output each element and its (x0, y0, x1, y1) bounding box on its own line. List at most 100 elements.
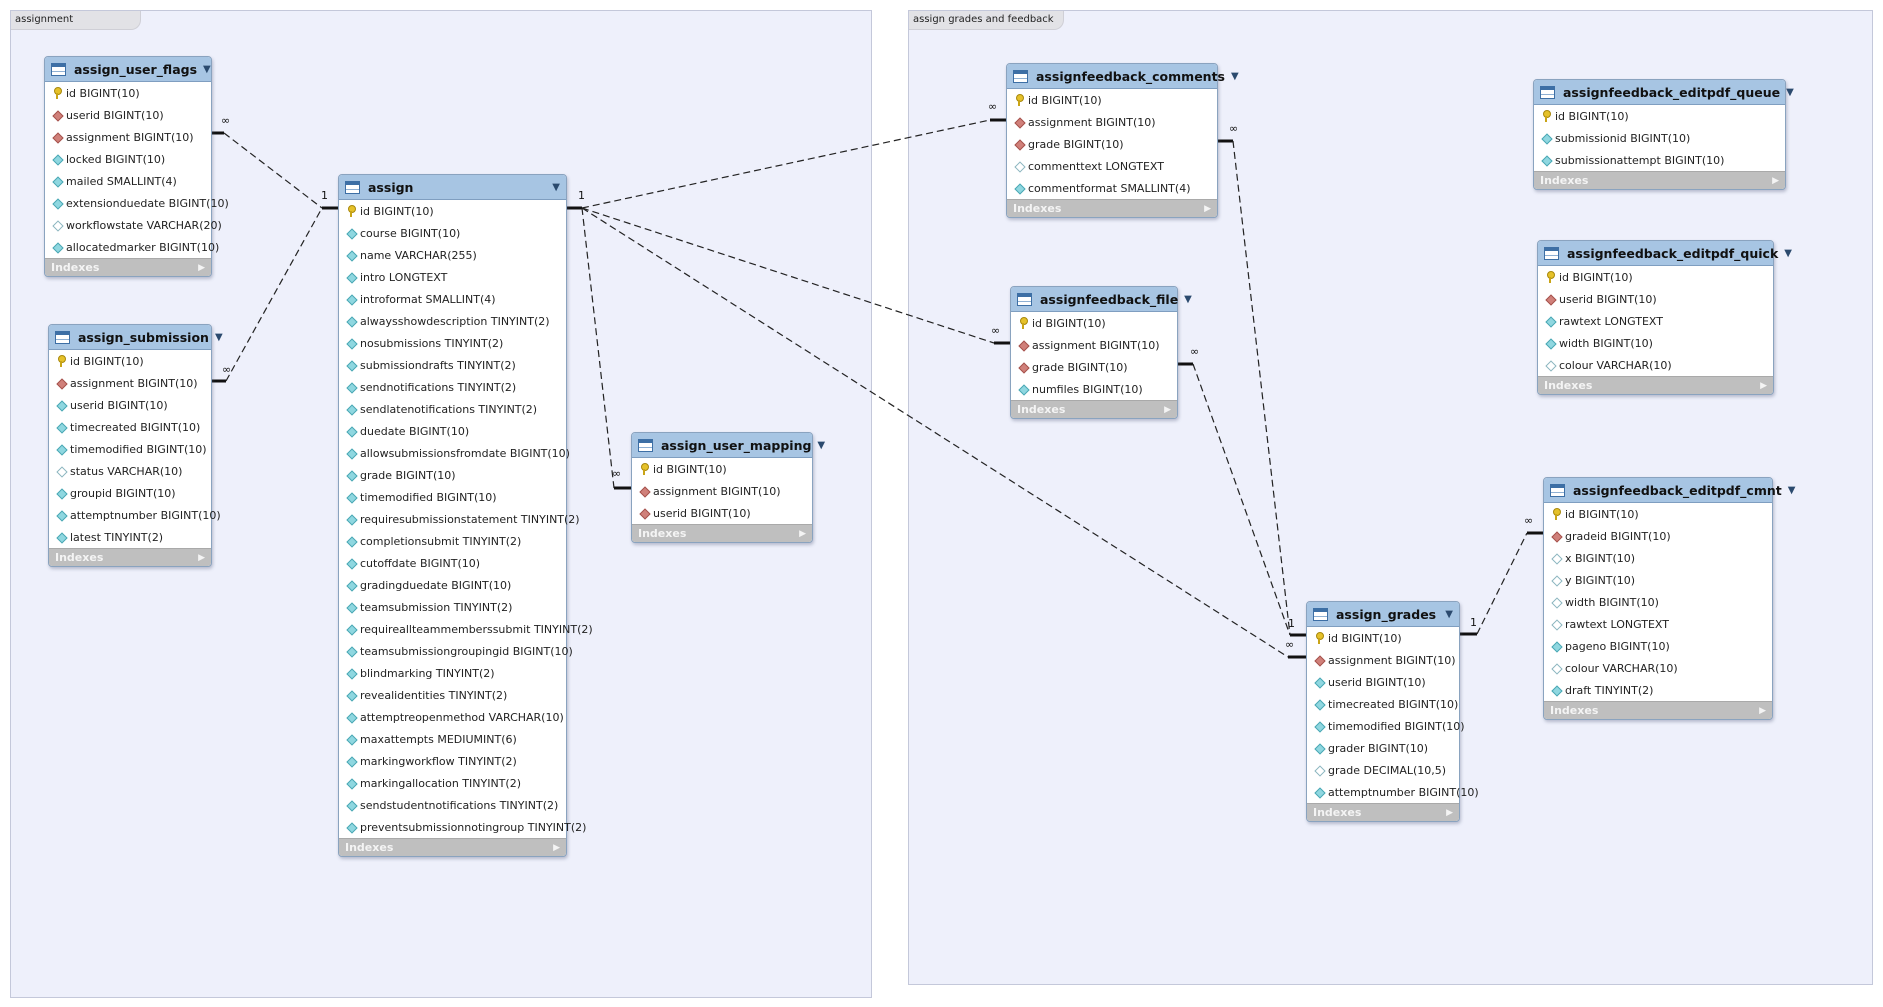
column-row[interactable]: blindmarking TINYINT(2) (339, 662, 566, 684)
expand-arrow-icon[interactable]: ▶ (553, 843, 560, 853)
column-row[interactable]: attemptnumber BIGINT(10) (49, 504, 221, 526)
column-row[interactable]: extensionduedate BIGINT(10) (45, 192, 229, 214)
column-row[interactable]: x BIGINT(10) (1544, 547, 1772, 569)
table-assignfeedback-editpdf-quick[interactable]: assignfeedback_editpdf_quick ▼ id BIGINT(1… (1537, 240, 1792, 395)
column-row[interactable]: timecreated BIGINT(10) (1307, 693, 1459, 715)
column-row[interactable]: assignment BIGINT(10) (45, 126, 211, 148)
column-row[interactable]: allocatedmarker BIGINT(10) (45, 236, 219, 258)
column-row[interactable]: nosubmissions TINYINT(2) (339, 332, 566, 354)
table-assign[interactable]: assign ▼ id BIGINT(10) course BIGINT(10) nam… (338, 174, 593, 857)
column-row[interactable]: sendlatenotifications TINYINT(2) (339, 398, 566, 420)
collapse-arrow-icon[interactable]: ▼ (552, 182, 560, 193)
column-row[interactable]: id BIGINT(10) (1011, 312, 1177, 334)
column-row[interactable]: requiresubmissionstatement TINYINT(2) (339, 508, 580, 530)
expand-arrow-icon[interactable]: ▶ (198, 553, 205, 563)
column-row[interactable]: userid BIGINT(10) (632, 502, 812, 524)
column-row[interactable]: id BIGINT(10) (49, 350, 211, 372)
column-row[interactable]: userid BIGINT(10) (45, 104, 211, 126)
table-header[interactable]: assign_grades ▼ (1307, 602, 1459, 627)
column-row[interactable]: attemptreopenmethod VARCHAR(10) (339, 706, 566, 728)
column-row[interactable]: pageno BIGINT(10) (1544, 635, 1772, 657)
table-assignfeedback-editpdf-cmnt[interactable]: assignfeedback_editpdf_cmnt ▼ id BIGINT(10… (1543, 477, 1795, 720)
collapse-arrow-icon[interactable]: ▼ (203, 64, 211, 75)
table-assign-user-flags[interactable]: assign_user_flags ▼ id BIGINT(10) userid BI… (44, 56, 229, 277)
column-row[interactable]: assignment BIGINT(10) (1307, 649, 1459, 671)
column-row[interactable]: timemodified BIGINT(10) (339, 486, 566, 508)
column-row[interactable]: sendstudentnotifications TINYINT(2) (339, 794, 566, 816)
table-assignfeedback-editpdf-queue[interactable]: assignfeedback_editpdf_queue ▼ id BIGINT(1… (1533, 79, 1794, 190)
table-header[interactable]: assign_user_mapping ▼ (632, 433, 825, 458)
table-header[interactable]: assignfeedback_editpdf_cmnt ▼ (1544, 478, 1795, 503)
expand-arrow-icon[interactable]: ▶ (1772, 176, 1779, 186)
column-row[interactable]: completionsubmit TINYINT(2) (339, 530, 566, 552)
column-row[interactable]: introformat SMALLINT(4) (339, 288, 566, 310)
table-assignfeedback-comments[interactable]: assignfeedback_comments ▼ id BIGINT(10) ass… (1006, 63, 1239, 218)
column-row[interactable]: id BIGINT(10) (1544, 503, 1772, 525)
column-row[interactable]: maxattempts MEDIUMINT(6) (339, 728, 566, 750)
indexes-section[interactable]: Indexes ▶ (632, 524, 812, 542)
column-row[interactable]: groupid BIGINT(10) (49, 482, 211, 504)
column-row[interactable]: rawtext LONGTEXT (1538, 310, 1773, 332)
table-header[interactable]: assign_submission ▼ (49, 325, 223, 350)
column-row[interactable]: rawtext LONGTEXT (1544, 613, 1772, 635)
column-row[interactable]: id BIGINT(10) (45, 82, 211, 104)
column-row[interactable]: userid BIGINT(10) (1307, 671, 1459, 693)
collapse-arrow-icon[interactable]: ▼ (215, 332, 223, 343)
column-row[interactable]: allowsubmissionsfromdate BIGINT(10) (339, 442, 570, 464)
column-row[interactable]: grader BIGINT(10) (1307, 737, 1459, 759)
column-row[interactable]: gradeid BIGINT(10) (1544, 525, 1772, 547)
column-row[interactable]: id BIGINT(10) (1538, 266, 1773, 288)
column-row[interactable]: preventsubmissionnotingroup TINYINT(2) (339, 816, 586, 838)
expand-arrow-icon[interactable]: ▶ (198, 263, 205, 273)
column-row[interactable]: colour VARCHAR(10) (1538, 354, 1773, 376)
collapse-arrow-icon[interactable]: ▼ (1231, 71, 1239, 82)
table-header[interactable]: assignfeedback_editpdf_queue ▼ (1534, 80, 1794, 105)
table-header[interactable]: assignfeedback_file ▼ (1011, 287, 1192, 312)
column-row[interactable]: id BIGINT(10) (1007, 89, 1217, 111)
column-row[interactable]: assignment BIGINT(10) (632, 480, 812, 502)
column-row[interactable]: workflowstate VARCHAR(20) (45, 214, 222, 236)
column-row[interactable]: teamsubmission TINYINT(2) (339, 596, 566, 618)
column-row[interactable]: submissionid BIGINT(10) (1534, 127, 1785, 149)
column-row[interactable]: status VARCHAR(10) (49, 460, 211, 482)
column-row[interactable]: userid BIGINT(10) (1538, 288, 1773, 310)
column-row[interactable]: assignment BIGINT(10) (49, 372, 211, 394)
column-row[interactable]: draft TINYINT(2) (1544, 679, 1772, 701)
column-row[interactable]: name VARCHAR(255) (339, 244, 566, 266)
column-row[interactable]: revealidentities TINYINT(2) (339, 684, 566, 706)
column-row[interactable]: commenttext LONGTEXT (1007, 155, 1217, 177)
column-row[interactable]: mailed SMALLINT(4) (45, 170, 211, 192)
column-row[interactable]: sendnotifications TINYINT(2) (339, 376, 566, 398)
table-header[interactable]: assign_user_flags ▼ (45, 57, 211, 82)
table-assignfeedback-file[interactable]: assignfeedback_file ▼ id BIGINT(10) assignm… (1010, 286, 1192, 419)
column-row[interactable]: assignment BIGINT(10) (1011, 334, 1177, 356)
column-row[interactable]: teamsubmissiongroupingid BIGINT(10) (339, 640, 573, 662)
collapse-arrow-icon[interactable]: ▼ (1184, 294, 1192, 305)
collapse-arrow-icon[interactable]: ▼ (817, 440, 825, 451)
column-row[interactable]: latest TINYINT(2) (49, 526, 211, 548)
column-row[interactable]: id BIGINT(10) (1307, 627, 1459, 649)
table-header[interactable]: assignfeedback_comments ▼ (1007, 64, 1239, 89)
table-assign-user-mapping[interactable]: assign_user_mapping ▼ id BIGINT(10) assignm… (631, 432, 825, 543)
column-row[interactable]: id BIGINT(10) (339, 200, 566, 222)
column-row[interactable]: submissionattempt BIGINT(10) (1534, 149, 1785, 171)
indexes-section[interactable]: Indexes ▶ (1538, 376, 1773, 394)
column-row[interactable]: id BIGINT(10) (632, 458, 812, 480)
column-row[interactable]: id BIGINT(10) (1534, 105, 1785, 127)
column-row[interactable]: grade BIGINT(10) (1007, 133, 1217, 155)
column-row[interactable]: width BIGINT(10) (1544, 591, 1772, 613)
expand-arrow-icon[interactable]: ▶ (799, 529, 806, 539)
column-row[interactable]: grade BIGINT(10) (1011, 356, 1177, 378)
indexes-section[interactable]: Indexes ▶ (45, 258, 211, 276)
column-row[interactable]: intro LONGTEXT (339, 266, 566, 288)
column-row[interactable]: duedate BIGINT(10) (339, 420, 566, 442)
expand-arrow-icon[interactable]: ▶ (1204, 204, 1211, 214)
collapse-arrow-icon[interactable]: ▼ (1445, 609, 1453, 620)
column-row[interactable]: grade BIGINT(10) (339, 464, 566, 486)
column-row[interactable]: assignment BIGINT(10) (1007, 111, 1217, 133)
column-row[interactable]: locked BIGINT(10) (45, 148, 211, 170)
column-row[interactable]: cutoffdate BIGINT(10) (339, 552, 566, 574)
column-row[interactable]: grade DECIMAL(10,5) (1307, 759, 1459, 781)
column-row[interactable]: attemptnumber BIGINT(10) (1307, 781, 1479, 803)
column-row[interactable]: timemodified BIGINT(10) (49, 438, 211, 460)
